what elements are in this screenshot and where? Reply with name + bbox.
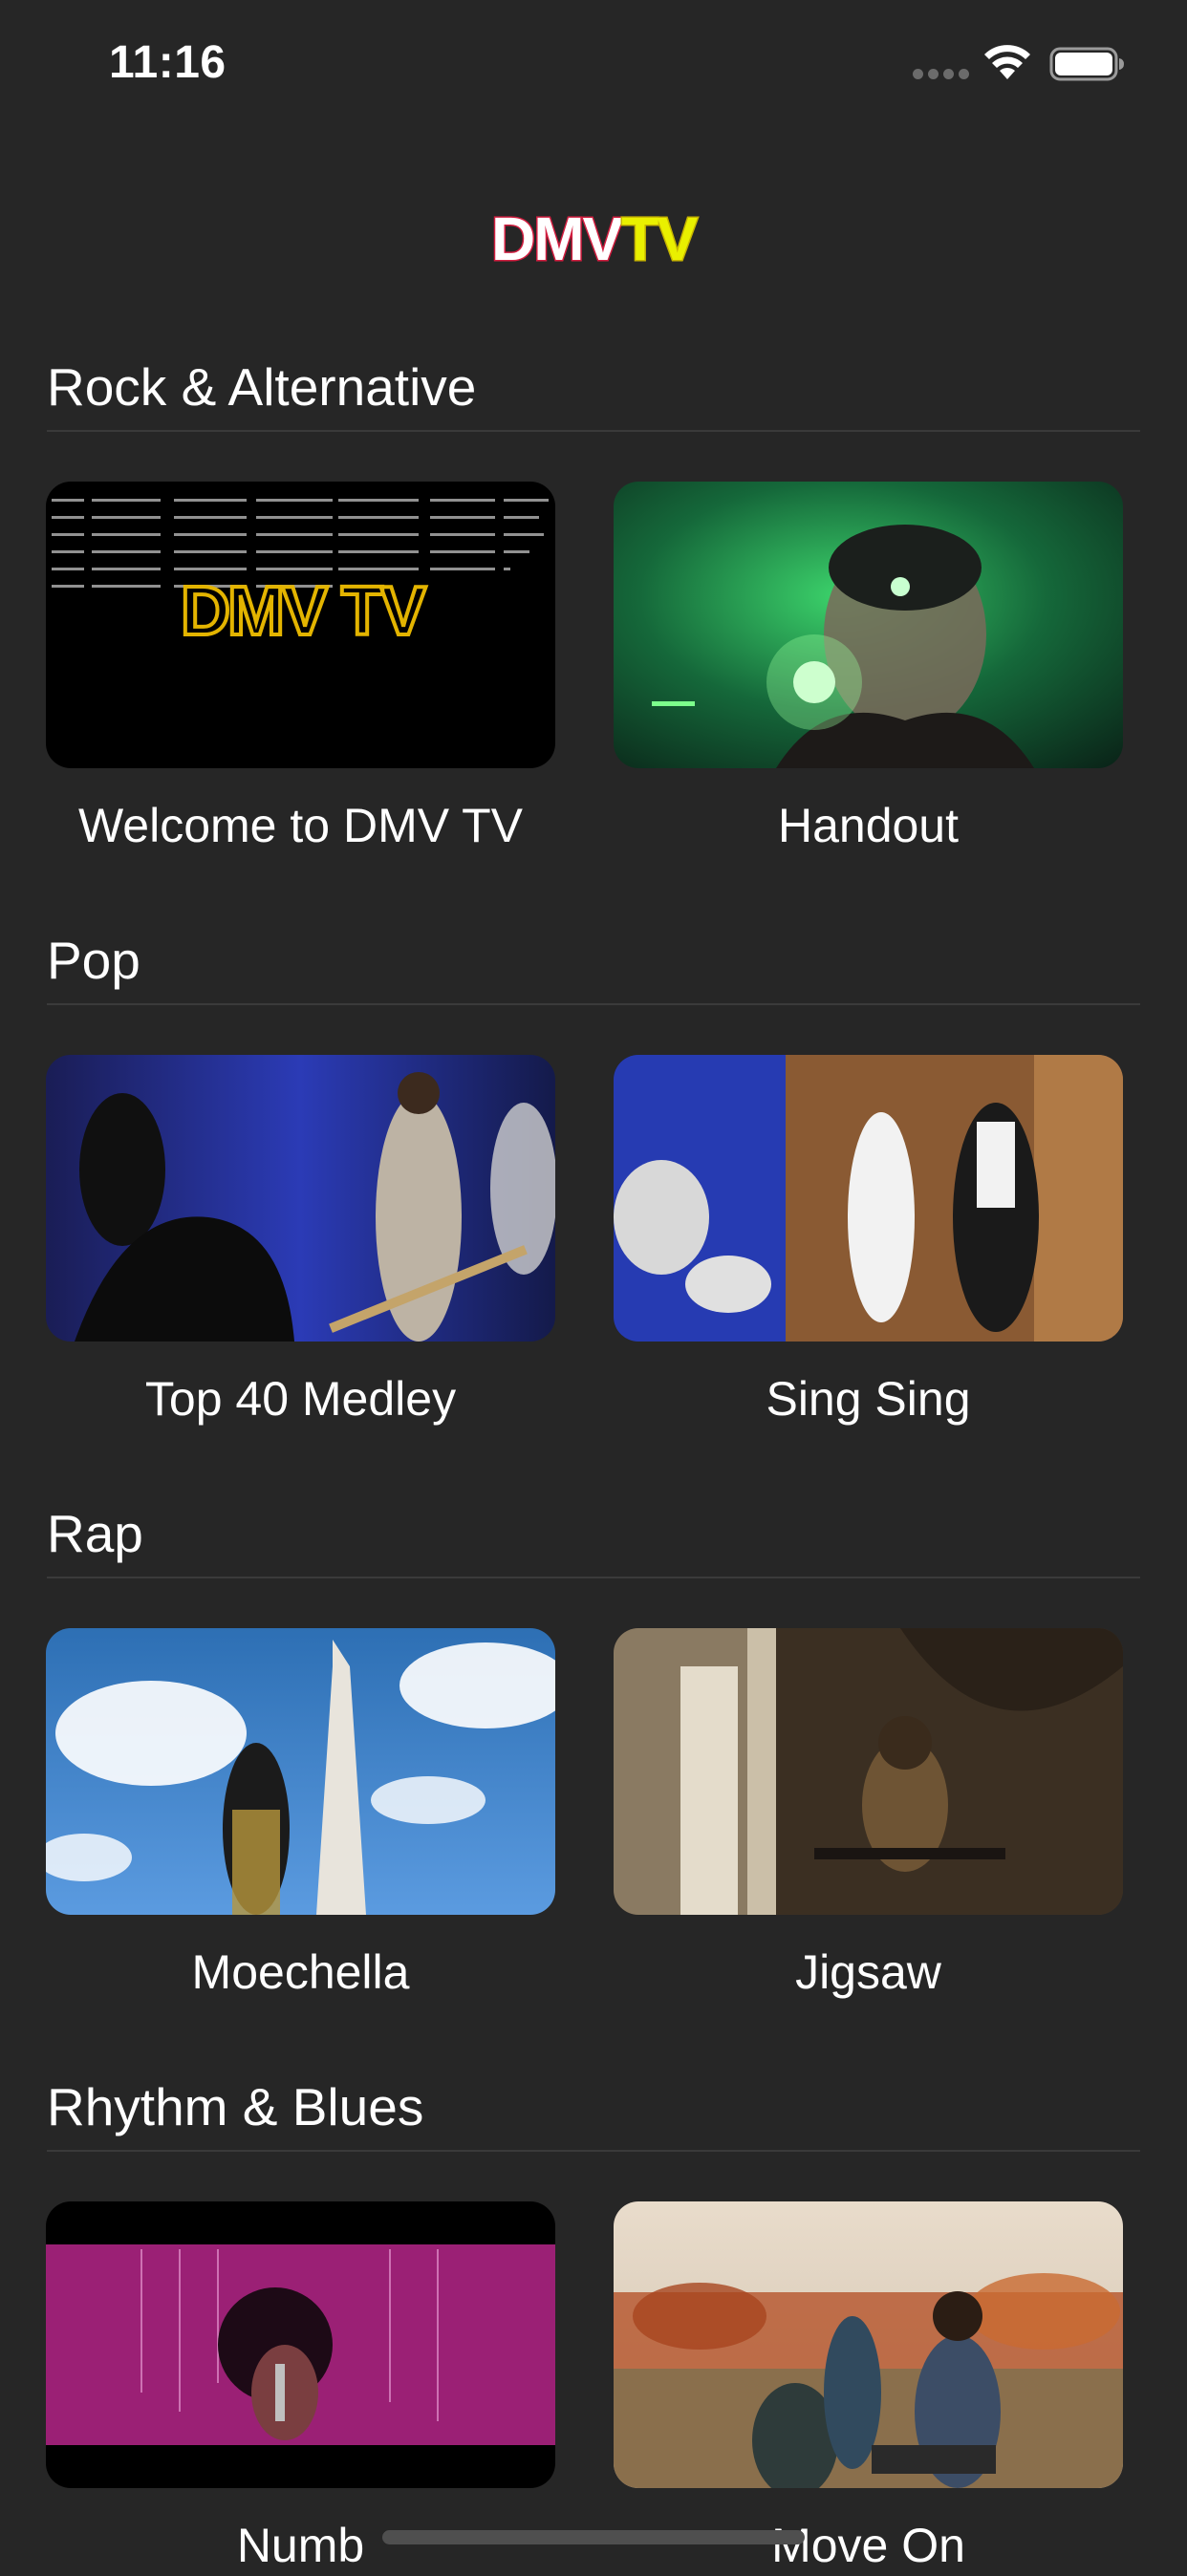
video-thumbnail[interactable]: [46, 1628, 555, 1915]
app-logo: DMVTV: [0, 201, 1187, 277]
section-title: Rhythm & Blues: [47, 2077, 424, 2136]
video-card[interactable]: Moechella: [46, 1628, 555, 1999]
home-indicator[interactable]: [382, 2530, 805, 2544]
cellular-signal-icon: [913, 69, 969, 79]
section-title: Rap: [47, 1504, 143, 1563]
wifi-icon: [984, 45, 1030, 79]
section-divider: [47, 1003, 1140, 1005]
video-title[interactable]: Numb: [46, 2515, 555, 2576]
video-title[interactable]: Move On: [614, 2515, 1123, 2576]
video-card[interactable]: Top 40 Medley: [46, 1055, 555, 1426]
video-thumbnail[interactable]: [614, 1055, 1123, 1342]
video-thumbnail[interactable]: [46, 1055, 555, 1342]
video-thumbnail[interactable]: [614, 1628, 1123, 1915]
status-bar: 11:16: [0, 0, 1187, 124]
logo-tv: TV: [620, 204, 700, 275]
video-card[interactable]: Move On: [614, 2201, 1123, 2572]
section-title: Pop: [47, 931, 140, 990]
logo-dmv: DMV: [489, 204, 624, 275]
video-card[interactable]: Sing Sing: [614, 1055, 1123, 1426]
video-title[interactable]: Handout: [614, 795, 1123, 856]
video-thumbnail[interactable]: [614, 2201, 1123, 2488]
video-card[interactable]: Jigsaw: [614, 1628, 1123, 1999]
section-divider: [47, 1577, 1140, 1578]
section-divider: [47, 2150, 1140, 2152]
video-card[interactable]: Handout: [614, 482, 1123, 852]
thumbnail-logo-text: DMV TV: [181, 573, 426, 650]
section-divider: [47, 430, 1140, 432]
video-thumbnail[interactable]: [46, 2201, 555, 2488]
video-title[interactable]: Top 40 Medley: [46, 1368, 555, 1429]
video-card[interactable]: Numb: [46, 2201, 555, 2572]
battery-icon: [1049, 47, 1124, 81]
section-title: Rock & Alternative: [47, 357, 477, 417]
video-thumbnail[interactable]: DMV TV: [46, 482, 555, 768]
video-title[interactable]: Moechella: [46, 1942, 555, 2003]
video-title[interactable]: Jigsaw: [614, 1942, 1123, 2003]
status-time: 11:16: [109, 37, 227, 88]
video-title[interactable]: Sing Sing: [614, 1368, 1123, 1429]
video-thumbnail[interactable]: [614, 482, 1123, 768]
video-title[interactable]: Welcome to DMV TV: [46, 795, 555, 856]
video-card[interactable]: DMV TV Welcome to DMV TV: [46, 482, 555, 852]
